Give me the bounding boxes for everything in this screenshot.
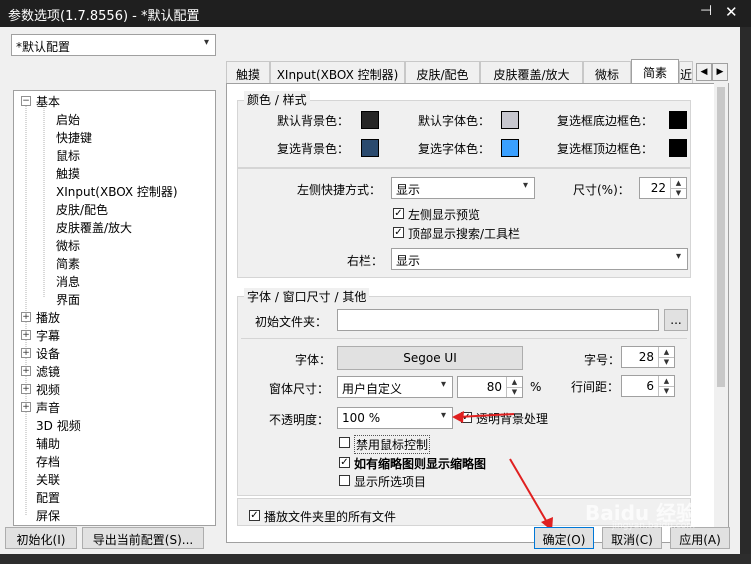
- close-icon[interactable]: ✕: [725, 3, 738, 21]
- ok-button[interactable]: 确定(O): [534, 527, 594, 549]
- title-bar: 参数选项(1.7.8556) - *默认配置 ⊣ ✕: [0, 0, 751, 27]
- watermark-url: jingyan.baidu.com: [612, 521, 696, 531]
- export-config-button[interactable]: 导出当前配置(S)...: [82, 527, 204, 549]
- pin-icon[interactable]: ⊣: [700, 3, 712, 19]
- init-button[interactable]: 初始化(I): [5, 527, 77, 549]
- dialog-client: *默认配置 ▾ − 基本 启始 快捷键 鼠标 触摸 XInput(XBOX 控制器) 皮肤/配…: [0, 27, 740, 554]
- background-window-edge: [740, 27, 751, 564]
- annotation-arrows: [452, 411, 553, 531]
- window-title: 参数选项(1.7.8556) - *默认配置: [8, 9, 200, 24]
- background-taskbar-edge: [0, 554, 751, 564]
